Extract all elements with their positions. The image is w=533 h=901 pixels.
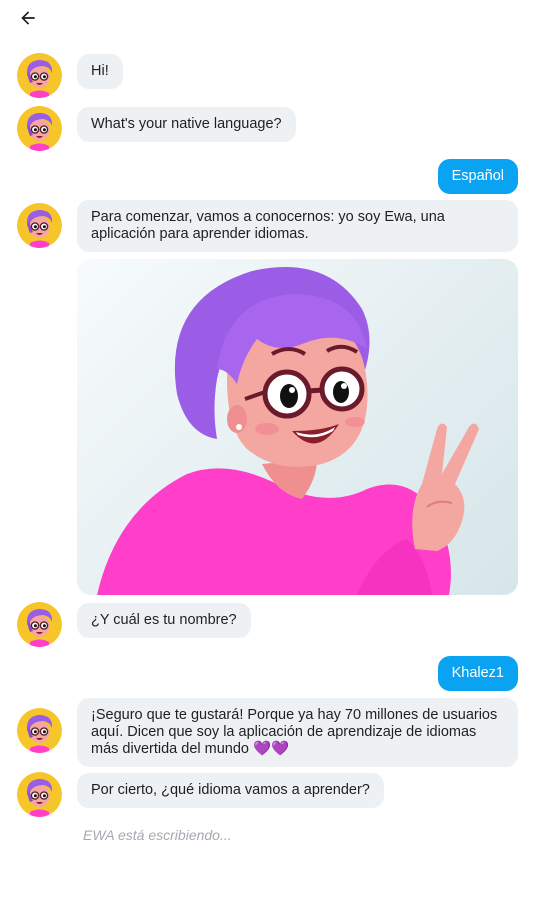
bot-avatar: [17, 602, 62, 647]
message-text: ¿Y cuál es tu nombre?: [91, 612, 237, 628]
bot-message: Para comenzar, vamos a conocernos: yo so…: [77, 200, 518, 252]
bot-image-message[interactable]: [77, 259, 518, 595]
ewa-avatar-icon: [17, 106, 62, 151]
ewa-avatar-icon: [17, 602, 62, 647]
ewa-avatar-icon: [17, 203, 62, 248]
ewa-avatar-icon: [17, 708, 62, 753]
message-text: Español: [451, 168, 504, 184]
message-text: Por cierto, ¿qué idioma vamos a aprender…: [91, 782, 370, 798]
bot-message: ¡Seguro que te gustará! Porque ya hay 70…: [77, 698, 518, 767]
bot-avatar: [17, 53, 62, 98]
bot-avatar: [17, 106, 62, 151]
bot-message: What's your native language?: [77, 107, 296, 142]
bot-message: ¿Y cuál es tu nombre?: [77, 603, 251, 638]
bot-message: Hi!: [77, 54, 123, 89]
bot-avatar: [17, 203, 62, 248]
ewa-avatar-icon: [17, 53, 62, 98]
typing-indicator: EWA está escribiendo...: [83, 827, 232, 843]
bot-message: Por cierto, ¿qué idioma vamos a aprender…: [77, 773, 384, 808]
user-message: Khalez1: [437, 656, 518, 691]
purple-heart-emoji: 💜💜: [253, 741, 290, 757]
back-button[interactable]: [10, 4, 46, 32]
message-text: Para comenzar, vamos a conocernos: yo so…: [91, 209, 445, 242]
bot-avatar: [17, 772, 62, 817]
arrow-left-icon: [21, 11, 35, 25]
message-text: ¡Seguro que te gustará! Porque ya hay 70…: [91, 707, 498, 757]
message-text: Hi!: [91, 63, 109, 79]
bot-avatar: [17, 708, 62, 753]
message-text: What's your native language?: [91, 116, 282, 132]
user-message: Español: [437, 159, 518, 194]
message-text: Khalez1: [451, 665, 504, 681]
ewa-character-illustration: [97, 266, 479, 595]
ewa-avatar-icon: [17, 772, 62, 817]
